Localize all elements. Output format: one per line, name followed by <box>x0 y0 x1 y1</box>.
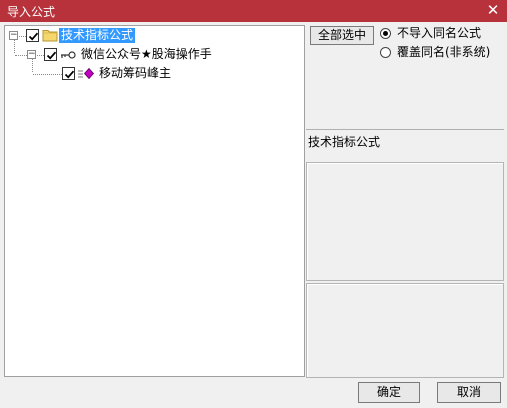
radio-dot <box>383 31 388 36</box>
radio-button[interactable] <box>380 28 391 39</box>
formula-params-box <box>306 283 504 378</box>
select-all-button[interactable]: 全部选中 <box>310 26 374 45</box>
divider <box>306 129 504 130</box>
tree-node-leaf-label[interactable]: 移动筹码峰主 <box>99 66 171 81</box>
tree-node-root-label[interactable]: 技术指标公式 <box>59 28 136 43</box>
close-icon[interactable]: ✕ <box>485 2 501 18</box>
tree-node-leaf[interactable]: 移动筹码峰主 <box>5 66 304 82</box>
tree-node-group-label[interactable]: 微信公众号★股海操作手 <box>81 47 212 62</box>
collapse-icon[interactable]: − <box>27 50 36 59</box>
radio-overwrite-label[interactable]: 覆盖同名(非系统) <box>397 45 490 60</box>
title-bar: 导入公式 ✕ <box>0 0 507 22</box>
tree-connector <box>33 74 62 75</box>
radio-overwrite-duplicates[interactable]: 覆盖同名(非系统) <box>380 45 502 61</box>
tree-connector <box>15 55 27 56</box>
tree-connector <box>19 36 26 37</box>
tree-connector <box>37 55 44 56</box>
tree-node-root[interactable]: − 技术指标公式 <box>5 28 304 44</box>
formula-description-box <box>306 162 504 281</box>
checkbox-group[interactable] <box>44 48 57 61</box>
folder-icon <box>42 28 58 42</box>
tree-node-group[interactable]: − 微信公众号★股海操作手 <box>5 47 304 63</box>
checkbox-root[interactable] <box>26 29 39 42</box>
radio-skip-duplicates[interactable]: 不导入同名公式 <box>380 26 502 42</box>
formula-icon <box>77 67 95 80</box>
category-label: 技术指标公式 <box>308 135 381 149</box>
window-title: 导入公式 <box>7 5 56 19</box>
radio-skip-label[interactable]: 不导入同名公式 <box>397 26 481 41</box>
radio-button[interactable] <box>380 47 391 58</box>
ok-button[interactable]: 确定 <box>358 382 420 403</box>
collapse-icon[interactable]: − <box>9 31 18 40</box>
formula-tree[interactable]: − 技术指标公式 − 微信公众号★股海操作手 移动筹码峰主 <box>4 25 305 377</box>
checkbox-leaf[interactable] <box>62 67 75 80</box>
cancel-button[interactable]: 取消 <box>437 382 501 403</box>
key-icon <box>60 49 76 59</box>
